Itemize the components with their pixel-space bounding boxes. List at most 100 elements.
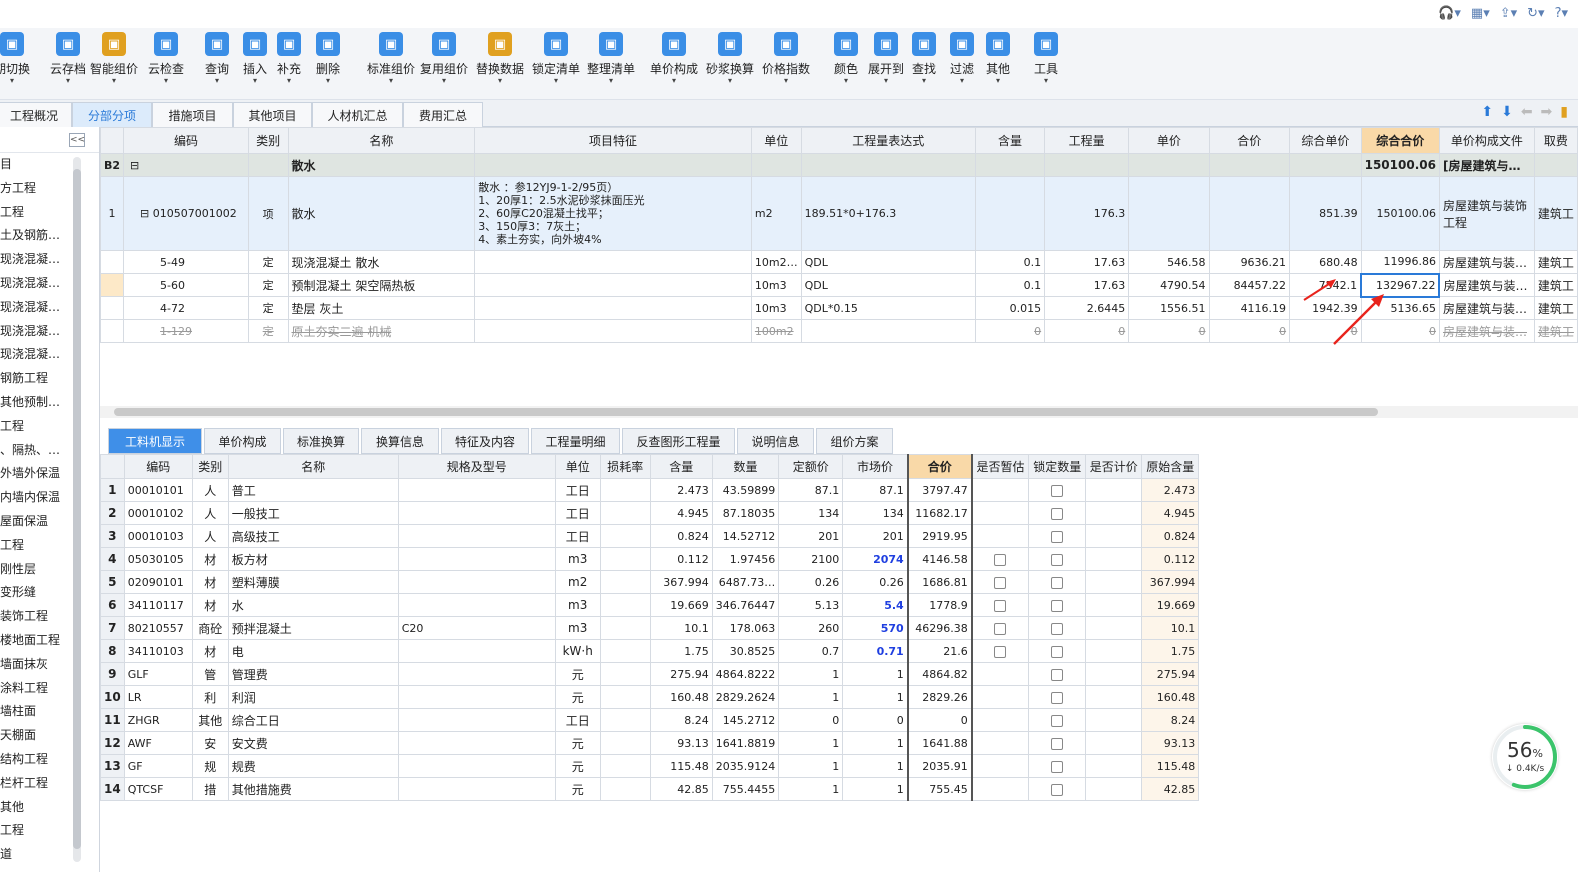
cell-content[interactable]: 0.824 [649, 524, 713, 548]
toolbar-button-13[interactable]: ▣ 单价构成 ▾ [650, 32, 698, 85]
lock-qty-checkbox[interactable] [1051, 507, 1064, 520]
cell-code[interactable]: ⊟ 010507001002 [123, 176, 249, 251]
cell-content[interactable] [974, 153, 1046, 177]
toolbar-button-15[interactable]: ▣ 价格指数 ▾ [762, 32, 810, 85]
cell-market[interactable]: 201 [842, 524, 909, 548]
cell-total[interactable] [1208, 176, 1291, 251]
cell-qty[interactable]: 30.8525 [711, 639, 780, 663]
cell-name[interactable]: 规费 [227, 754, 399, 778]
column-header[interactable]: 定额价 [778, 454, 844, 479]
cell-unit[interactable]: kW·h [554, 639, 601, 663]
cell-qty[interactable]: 1.97456 [711, 547, 780, 571]
cell-spec[interactable] [397, 685, 556, 709]
cell-market[interactable]: 1 [842, 754, 909, 778]
toolbar-button-7[interactable]: ▣ 删除 ▾ [316, 32, 340, 85]
bill-row[interactable]: B2 ⊟ 散水 150100.06 [房屋建筑与… [99, 153, 1578, 177]
cell-code[interactable]: GF [123, 754, 193, 778]
cell-unit[interactable]: 元 [554, 731, 601, 755]
cell-loss[interactable] [599, 685, 651, 709]
cell-ctotal[interactable]: 150100.06 [1360, 153, 1440, 177]
sidebar-item[interactable]: 其他预制… [0, 391, 99, 415]
sidebar-item[interactable]: 装饰工程 [0, 605, 99, 629]
sidebar-item[interactable]: 栏杆工程 [0, 772, 99, 796]
cell-name[interactable]: 电 [227, 639, 399, 663]
cell-price[interactable]: 546.58 [1128, 250, 1210, 274]
cell-price[interactable] [1128, 176, 1210, 251]
toolbar-button-17[interactable]: ▣ 展开到 ▾ [868, 32, 904, 85]
cell-estimate[interactable] [971, 685, 1030, 709]
sidebar-item[interactable]: 现浇混凝… [0, 320, 99, 344]
lock-qty-checkbox[interactable] [1051, 783, 1064, 796]
resource-row[interactable]: 5 02090101 材塑料薄膜 m2 367.994 6487.73… 0.26 0.26 1… [100, 570, 1200, 594]
cell-quota[interactable]: 1 [778, 777, 844, 801]
lock-qty-checkbox[interactable] [1051, 714, 1064, 727]
sidebar-item[interactable]: 工程 [0, 534, 99, 558]
cell-qty[interactable]: 2.6445 [1044, 296, 1130, 320]
cell-orig[interactable]: 93.13 [1141, 731, 1200, 755]
cell-market[interactable]: 0 [842, 708, 909, 732]
cell-price[interactable]: 1556.51 [1128, 296, 1210, 320]
tab-0[interactable]: 工程概况 [0, 102, 72, 127]
toolbar-button-6[interactable]: ▣ 补充 ▾ [277, 32, 301, 85]
detail-tab-8[interactable]: 组价方案 [816, 428, 893, 454]
cell-type[interactable]: 人 [191, 501, 229, 525]
sidebar-item[interactable]: 钢筋工程 [0, 367, 99, 391]
cell-feature[interactable] [474, 153, 752, 177]
toolbar-button-2[interactable]: ▣ 智能组价 ▾ [90, 32, 138, 85]
cell-name[interactable]: 综合工日 [227, 708, 399, 732]
cell-qty[interactable]: 2035.9124 [711, 754, 780, 778]
cell-orig[interactable]: 367.994 [1141, 570, 1200, 594]
cell-market[interactable]: 2074 [842, 547, 909, 571]
cell-estimate[interactable] [971, 662, 1030, 686]
cell-total[interactable]: 11682.17 [906, 501, 973, 525]
cell-type[interactable]: 人 [191, 524, 229, 548]
cell-name[interactable]: 垫层 灰土 [287, 296, 476, 320]
cell-name[interactable]: 现浇混凝土 散水 [287, 250, 476, 274]
collapse-toggle-icon[interactable]: ⊟ [140, 207, 153, 220]
horizontal-scrollbar[interactable] [100, 406, 1578, 418]
lock-qty-checkbox[interactable] [1051, 737, 1064, 750]
refresh-icon[interactable]: ↻▾ [1527, 6, 1544, 21]
cell-expr[interactable]: QDL [800, 250, 976, 274]
cell-qty[interactable]: 346.76447 [711, 593, 780, 617]
cell-code[interactable]: 05030105 [123, 547, 193, 571]
resource-row[interactable]: 6 34110117 材水 m3 19.669 346.76447 5.13 5.4 1778.… [100, 593, 1200, 617]
cell-total[interactable]: 1686.81 [906, 570, 973, 594]
cell-unit[interactable]: 10m3 [750, 296, 802, 320]
cell-unit[interactable]: 100m2 [750, 319, 802, 343]
cell-content[interactable]: 10.1 [649, 616, 713, 640]
column-header[interactable]: 数量 [711, 454, 780, 479]
move-left-icon[interactable]: ⬅ [1521, 104, 1533, 120]
cell-loss[interactable] [599, 570, 651, 594]
cell-lock-qty[interactable] [1028, 524, 1087, 548]
cell-fee[interactable]: 建筑工 [1533, 273, 1578, 297]
cell-price[interactable]: 0 [1128, 319, 1210, 343]
tab-1[interactable]: 分部分项 [72, 102, 152, 127]
detail-tab-6[interactable]: 反查图形工程量 [622, 428, 735, 454]
sidebar-item[interactable]: 现浇混凝… [0, 343, 99, 367]
tab-3[interactable]: 其他项目 [233, 102, 312, 127]
tab-5[interactable]: 费用汇总 [403, 102, 483, 127]
cell-ctotal[interactable]: 11996.86 [1360, 250, 1440, 274]
cell-name[interactable]: 预拌混凝土 [227, 616, 399, 640]
cell-unit[interactable]: 工日 [554, 708, 601, 732]
cell-market[interactable]: 0.71 [842, 639, 909, 663]
cell-feature[interactable] [474, 319, 752, 343]
cell-orig[interactable]: 0.824 [1141, 524, 1200, 548]
cell-fee[interactable]: 建筑工 [1533, 176, 1578, 251]
cell-code[interactable]: 34110103 [123, 639, 193, 663]
move-up-icon[interactable]: ⬆ [1481, 104, 1493, 120]
resource-row[interactable]: 1 00010101 人普工 工日 2.473 43.59899 87.1 87.1 3797.… [100, 478, 1200, 502]
cell-lock-qty[interactable] [1028, 547, 1087, 571]
cell-code[interactable]: 02090101 [123, 570, 193, 594]
cell-expr[interactable]: QDL [800, 273, 976, 297]
sidebar-item[interactable]: 工程 [0, 819, 99, 843]
cell-lock-qty[interactable] [1028, 731, 1087, 755]
lock-qty-checkbox[interactable] [1051, 760, 1064, 773]
detail-tab-1[interactable]: 单价构成 [204, 428, 281, 454]
toolbar-button-12[interactable]: ▣ 整理清单 ▾ [587, 32, 635, 85]
cell-qty[interactable]: 6487.73… [711, 570, 780, 594]
cell-spec[interactable] [397, 593, 556, 617]
cell-qty[interactable]: 87.18035 [711, 501, 780, 525]
cell-qty[interactable]: 145.2712 [711, 708, 780, 732]
